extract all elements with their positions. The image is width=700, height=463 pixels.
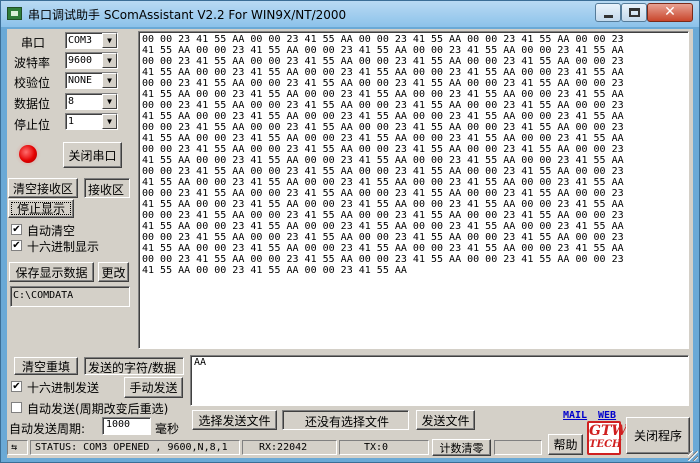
gtw-tech-logo[interactable]: GTW TECH xyxy=(587,421,628,455)
app-icon xyxy=(7,7,22,20)
period-unit: 毫秒 xyxy=(155,422,180,436)
period-label: 自动发送周期: xyxy=(9,422,86,436)
close-app-button[interactable]: 关闭程序 xyxy=(626,417,690,454)
close-port-button[interactable]: 关闭串口 xyxy=(63,142,122,168)
chevron-down-icon[interactable]: ▼ xyxy=(102,114,117,129)
chevron-down-icon[interactable]: ▼ xyxy=(102,73,117,88)
parity-select[interactable]: NONE ▼ xyxy=(65,72,118,89)
help-button[interactable]: 帮助 xyxy=(548,434,583,455)
receive-textarea[interactable]: 00 00 23 41 55 AA 00 00 23 41 55 AA 00 0… xyxy=(138,31,689,349)
choose-file-button[interactable]: 选择发送文件 xyxy=(192,410,277,430)
databits-select[interactable]: 8 ▼ xyxy=(65,93,118,110)
receive-area-label-box: 接收区 xyxy=(84,178,130,198)
period-input[interactable]: 1000 xyxy=(102,417,151,435)
web-link[interactable]: WEB xyxy=(598,410,616,421)
chevron-down-icon[interactable]: ▼ xyxy=(102,33,117,48)
file-status-box: 还没有选择文件 xyxy=(282,410,409,430)
hex-send-label: 十六进制发送 xyxy=(27,381,100,395)
clear-send-button[interactable]: 清空重填 xyxy=(14,357,78,375)
close-icon: ✕ xyxy=(664,4,676,20)
baud-select[interactable]: 9600 ▼ xyxy=(65,52,118,69)
title-bar[interactable]: 串口调试助手 SComAssistant V2.2 For WIN9X/NT/2… xyxy=(1,1,699,27)
databits-label: 数据位 xyxy=(14,97,51,111)
receive-data: 00 00 23 41 55 AA 00 00 23 41 55 AA 00 0… xyxy=(142,34,624,276)
send-content: AA xyxy=(194,357,207,368)
logo-line-1: GTW xyxy=(589,423,628,439)
baud-value: 9600 xyxy=(68,55,93,66)
maximize-button[interactable] xyxy=(621,3,647,22)
hex-send-checkbox[interactable]: ✔ xyxy=(11,381,22,392)
resize-grip-icon[interactable] xyxy=(688,451,698,461)
close-window-button[interactable]: ✕ xyxy=(647,3,693,22)
save-path-field: C:\COMDATA xyxy=(10,286,130,307)
status-icon-box: ⇆ xyxy=(7,440,28,455)
baud-label: 波特率 xyxy=(14,56,51,70)
port-status-led-icon xyxy=(15,141,41,167)
file-status-text: 还没有选择文件 xyxy=(305,415,390,429)
auto-clear-checkbox[interactable]: ✔ xyxy=(11,224,22,235)
clear-receive-button[interactable]: 清空接收区 xyxy=(8,178,78,198)
minimize-icon xyxy=(604,15,613,18)
stopbits-value: 1 xyxy=(68,116,75,127)
stopbits-select[interactable]: 1 ▼ xyxy=(65,113,118,130)
period-value: 1000 xyxy=(106,419,131,430)
chevron-down-icon[interactable]: ▼ xyxy=(102,53,117,68)
change-path-button[interactable]: 更改 xyxy=(98,262,129,282)
send-area-label: 发送的字符/数据 xyxy=(88,361,177,375)
mail-link[interactable]: MAIL xyxy=(563,410,587,421)
stopbits-label: 停止位 xyxy=(14,118,51,132)
count-clear-button[interactable]: 计数清零 xyxy=(432,439,491,456)
maximize-icon xyxy=(629,8,640,17)
client-area: 串口 COM3 ▼ 波特率 9600 ▼ 校验位 NONE ▼ 数据位 8 ▼ … xyxy=(7,29,693,458)
auto-clear-label: 自动清空 xyxy=(27,224,76,238)
manual-send-button[interactable]: 手动发送 xyxy=(124,377,183,398)
send-textarea[interactable]: AA xyxy=(190,355,689,406)
parity-label: 校验位 xyxy=(14,76,51,90)
databits-value: 8 xyxy=(68,96,75,107)
rx-counter: RX:22042 xyxy=(242,440,337,455)
chevron-down-icon[interactable]: ▼ xyxy=(102,94,117,109)
status-spacer xyxy=(494,440,542,455)
port-status-icon: ⇆ xyxy=(11,442,18,453)
send-area-label-box: 发送的字符/数据 xyxy=(84,357,184,375)
stop-display-button[interactable]: 停止显示 xyxy=(8,199,74,218)
port-label: 串口 xyxy=(21,36,46,50)
port-select[interactable]: COM3 ▼ xyxy=(65,32,118,49)
auto-send-label: 自动发送(周期改变后重选) xyxy=(27,402,169,416)
app-window: 串口调试助手 SComAssistant V2.2 For WIN9X/NT/2… xyxy=(0,0,700,463)
parity-value: NONE xyxy=(68,75,93,86)
hex-display-checkbox[interactable]: ✔ xyxy=(11,240,22,251)
tx-counter: TX:0 xyxy=(339,440,429,455)
minimize-button[interactable] xyxy=(595,3,621,22)
status-text: STATUS: COM3 OPENED , 9600,N,8,1 xyxy=(30,440,240,455)
auto-send-checkbox[interactable] xyxy=(11,402,22,413)
window-title: 串口调试助手 SComAssistant V2.2 For WIN9X/NT/2… xyxy=(28,8,347,22)
save-path-value: C:\COMDATA xyxy=(13,290,74,301)
receive-area-label: 接收区 xyxy=(88,183,125,197)
hex-display-label: 十六进制显示 xyxy=(27,240,100,254)
logo-line-2: TECH xyxy=(589,439,622,450)
send-file-button[interactable]: 发送文件 xyxy=(416,410,475,430)
port-value: COM3 xyxy=(68,35,93,46)
save-display-button[interactable]: 保存显示数据 xyxy=(9,262,94,282)
